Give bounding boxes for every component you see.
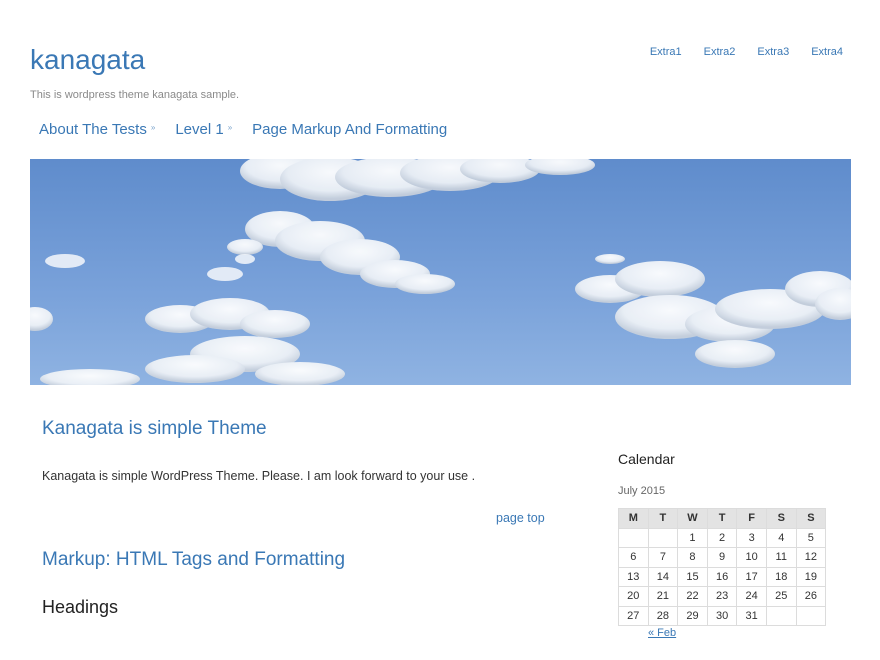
calendar-day-cell: 11: [765, 547, 797, 568]
calendar-day-header: F: [736, 508, 767, 529]
calendar-day-cell: 27: [618, 605, 649, 626]
calendar-day-cell: [647, 527, 679, 548]
calendar-day-cell: 15: [677, 566, 708, 587]
calendar-day-cell: 22: [677, 586, 708, 607]
extra-nav-item-1[interactable]: Extra1: [650, 46, 682, 58]
double-chevron-right-icon: »: [150, 123, 156, 132]
main-nav-item-page-markup[interactable]: Page Markup And Formatting: [252, 121, 447, 138]
calendar-day-cell: 20: [618, 586, 649, 607]
calendar-day-cell: 9: [706, 547, 738, 568]
calendar-day-cell: 5: [795, 527, 827, 548]
calendar-day-cell: 21: [647, 586, 679, 607]
calendar-day-header: S: [765, 508, 797, 529]
calendar-day-cell: 28: [647, 605, 679, 626]
calendar-day-cell: 14: [647, 566, 679, 587]
calendar-day-cell: 3: [736, 527, 767, 548]
calendar-day-header: T: [706, 508, 738, 529]
calendar-day-cell: 19: [795, 566, 827, 587]
calendar-day-cell: 23: [706, 586, 738, 607]
calendar-day-cell: 10: [736, 547, 767, 568]
calendar-day-header: T: [647, 508, 679, 529]
main-nav-item-level-1[interactable]: Level 1 »: [175, 121, 232, 138]
main-nav: About The Tests » Level 1 » Page Markup …: [39, 121, 467, 138]
calendar-widget-title: Calendar: [618, 451, 675, 467]
post-title-link[interactable]: Kanagata is simple Theme: [42, 418, 267, 440]
calendar-day-header: M: [618, 508, 649, 529]
calendar-day-cell: [765, 605, 797, 626]
main-nav-label: Page Markup And Formatting: [252, 121, 448, 138]
calendar-day-cell: 2: [706, 527, 738, 548]
calendar-day-cell: 17: [736, 566, 767, 587]
site-title[interactable]: kanagata: [30, 44, 145, 76]
sky-clouds-image: [30, 159, 851, 385]
extra-nav: Extra1 Extra2 Extra3 Extra4: [650, 46, 843, 58]
double-chevron-right-icon: »: [227, 123, 233, 132]
calendar-week-row: 27 28 29 30 31: [618, 605, 827, 626]
calendar-week-row: 13 14 15 16 17 18 19: [618, 566, 827, 587]
post-subheading: Headings: [42, 597, 119, 617]
main-nav-label: Level 1: [175, 121, 224, 138]
calendar-header-row: M T W T F S S: [618, 508, 827, 529]
calendar-day-header: S: [795, 508, 827, 529]
calendar-day-cell: 24: [736, 586, 767, 607]
post-excerpt: Kanagata is simple WordPress Theme. Plea…: [42, 469, 476, 483]
calendar-day-cell: 1: [677, 527, 708, 548]
extra-nav-item-2[interactable]: Extra2: [704, 46, 736, 58]
calendar-week-row: 1 2 3 4 5: [618, 527, 827, 548]
header-image: [30, 159, 851, 385]
extra-nav-item-4[interactable]: Extra4: [811, 46, 843, 58]
main-nav-item-about-the-tests[interactable]: About The Tests »: [39, 121, 155, 138]
calendar-table: M T W T F S S 1 2 3 4 5 6 7 8 9 10 11 12: [618, 508, 827, 626]
calendar-day-cell: 30: [706, 605, 738, 626]
calendar-day-cell: 18: [765, 566, 797, 587]
site-tagline: This is wordpress theme kanagata sample.: [30, 89, 240, 101]
calendar-day-cell: 25: [765, 586, 797, 607]
calendar-day-cell: 16: [706, 566, 738, 587]
calendar-day-cell: 6: [618, 547, 649, 568]
calendar-day-cell: 12: [795, 547, 827, 568]
post-title-link[interactable]: Markup: HTML Tags and Formatting: [42, 549, 345, 571]
calendar-day-cell: 13: [618, 566, 649, 587]
calendar-day-cell: 4: [765, 527, 797, 548]
calendar-day-cell: 7: [647, 547, 679, 568]
calendar-day-cell: 8: [677, 547, 708, 568]
calendar-day-cell: 29: [677, 605, 708, 626]
calendar-week-row: 6 7 8 9 10 11 12: [618, 547, 827, 568]
page-top-link[interactable]: page top: [496, 511, 545, 525]
calendar-day-header: W: [677, 508, 708, 529]
calendar-caption: July 2015: [618, 485, 666, 497]
calendar-day-cell: 26: [795, 586, 827, 607]
calendar-week-row: 20 21 22 23 24 25 26: [618, 586, 827, 607]
calendar-day-cell: [618, 527, 649, 548]
main-nav-label: About The Tests: [39, 121, 147, 138]
extra-nav-item-3[interactable]: Extra3: [757, 46, 789, 58]
calendar-day-cell: [795, 605, 827, 626]
calendar-day-cell: 31: [736, 605, 767, 626]
calendar-prev-month-link[interactable]: « Feb: [648, 627, 676, 639]
